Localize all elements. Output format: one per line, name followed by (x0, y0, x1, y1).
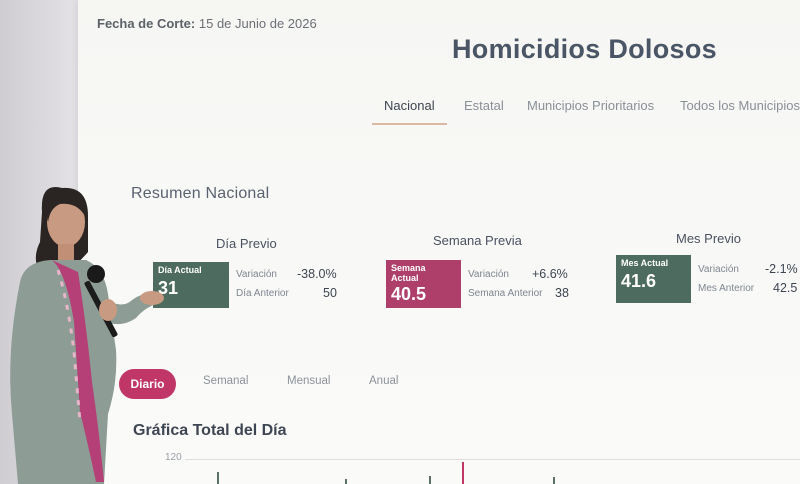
page-title: Homicidios Dolosos (452, 34, 717, 64)
cutoff-date-line: Fecha de Corte: 15 de Junio de 2026 (97, 16, 317, 31)
variation-value: -2.1% (765, 262, 798, 276)
period-anual-button[interactable]: Anual (369, 375, 398, 387)
chart-bar (217, 472, 219, 484)
variation-label: Variación (236, 269, 277, 280)
chart-bar (553, 477, 555, 484)
chart-gridline (185, 459, 800, 460)
cutoff-date: 15 de Junio de 2026 (198, 16, 317, 31)
card-title-semana-previa: Semana Previa (433, 233, 522, 248)
previous-label: Día Anterior (236, 288, 289, 299)
cutoff-label: Fecha de Corte: (97, 16, 196, 31)
badge-label: Mes Actual (621, 258, 669, 268)
variation-value: -38.0% (297, 267, 337, 281)
chart-bar (345, 479, 347, 484)
previous-label: Mes Anterior (698, 283, 755, 294)
chart-bar (429, 476, 431, 484)
region-tabs: Nacional Estatal Municipios Prioritarios… (372, 94, 800, 126)
tab-todos-los-municipios[interactable]: Todos los Municipios (668, 94, 800, 123)
badge-value: 41.6 (621, 271, 657, 291)
card-title-dia-previo: Día Previo (216, 236, 277, 251)
presenter-image (10, 187, 164, 484)
card-title-mes-previo: Mes Previo (676, 231, 742, 246)
chart-bar-highlight (462, 462, 464, 484)
previous-label: Semana Anterior (468, 288, 543, 299)
tab-nacional[interactable]: Nacional (372, 94, 447, 125)
variation-label: Variación (468, 269, 509, 280)
badge-label: Semana Actual (391, 263, 426, 283)
tab-municipios-prioritarios[interactable]: Municipios Prioritarios (515, 94, 666, 123)
previous-value: 42.5 (773, 281, 798, 295)
variation-label: Variación (698, 264, 739, 275)
previous-value: 38 (555, 286, 569, 300)
variation-value: +6.6% (532, 267, 568, 281)
tab-estatal[interactable]: Estatal (452, 94, 516, 123)
badge-mes-actual: Mes Actual 41.6 (616, 255, 691, 303)
previous-value: 50 (323, 286, 337, 300)
period-mensual-button[interactable]: Mensual (287, 375, 330, 387)
badge-semana-actual: Semana Actual 40.5 (386, 260, 461, 308)
badge-value: 40.5 (391, 284, 427, 304)
period-semanal-button[interactable]: Semanal (203, 375, 248, 387)
